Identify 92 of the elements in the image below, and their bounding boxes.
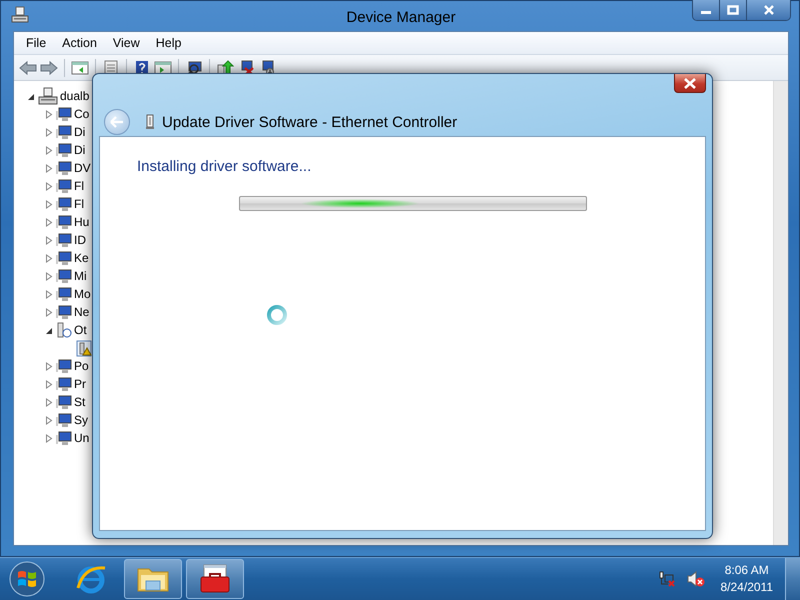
tree-item[interactable]: Pr	[74, 377, 86, 391]
expand-arrow-icon[interactable]	[45, 254, 53, 262]
expand-arrow-icon[interactable]	[45, 200, 53, 208]
device-icon	[56, 214, 72, 230]
device-icon	[56, 196, 72, 212]
tree-item[interactable]: Fl	[74, 197, 84, 211]
unknown-device-icon	[56, 322, 72, 338]
tree-item[interactable]: Hu	[74, 215, 90, 229]
expand-arrow-icon[interactable]	[45, 110, 53, 118]
network-error-icon[interactable]	[658, 571, 674, 588]
action-pane-icon[interactable]	[154, 60, 172, 76]
dialog-title: Update Driver Software - Ethernet Controller	[162, 114, 458, 130]
toolbox-button[interactable]	[186, 559, 244, 600]
tree-item[interactable]: Co	[74, 107, 90, 121]
computer-icon	[11, 6, 29, 24]
tree-item[interactable]: Mi	[74, 269, 87, 283]
speaker-muted-icon[interactable]	[686, 571, 704, 588]
computer-icon	[38, 87, 58, 105]
minimize-button[interactable]	[693, 0, 720, 20]
start-button[interactable]	[8, 560, 46, 598]
tree-item[interactable]: Ke	[74, 251, 89, 265]
warning-device-icon	[76, 340, 92, 356]
menu-item[interactable]: File	[18, 36, 54, 50]
tree-item[interactable]: Mo	[74, 287, 91, 301]
device-icon	[56, 178, 72, 194]
clock-date: 8/24/2011	[720, 579, 773, 596]
scroll-bar[interactable]	[773, 81, 788, 546]
tree-item[interactable]: ID	[74, 233, 86, 247]
tree-item[interactable]: Sy	[74, 413, 88, 427]
busy-icon	[266, 304, 288, 326]
device-icon	[56, 286, 72, 302]
explorer-button[interactable]	[124, 559, 182, 600]
expand-arrow-icon[interactable]	[45, 362, 53, 370]
tree-item[interactable]: Ne	[74, 305, 90, 319]
expand-arrow-icon[interactable]	[45, 380, 53, 388]
close-button[interactable]	[674, 74, 706, 93]
back-arrow-icon[interactable]	[19, 60, 37, 76]
device-icon	[56, 412, 72, 428]
status-text: Installing driver software...	[137, 158, 312, 175]
tree-item[interactable]: Fl	[74, 179, 84, 193]
expand-arrow-icon[interactable]	[45, 146, 53, 154]
menu-item[interactable]: Action	[54, 36, 105, 50]
expand-arrow-icon[interactable]	[45, 182, 53, 190]
close-icon	[762, 5, 774, 15]
expand-arrow-icon[interactable]	[45, 290, 53, 298]
tree-item[interactable]: Di	[74, 143, 86, 157]
collapse-arrow-icon[interactable]	[45, 326, 53, 334]
expand-arrow-icon[interactable]	[45, 218, 53, 226]
close-icon	[683, 78, 697, 88]
expand-arrow-icon[interactable]	[45, 416, 53, 424]
expand-arrow-icon[interactable]	[45, 128, 53, 136]
tree-item[interactable]: Di	[74, 125, 86, 139]
expand-arrow-icon[interactable]	[45, 434, 53, 442]
network-adapter-icon	[146, 114, 154, 130]
tree-item[interactable]: St	[74, 395, 86, 409]
device-icon	[56, 268, 72, 284]
tree-item[interactable]: dualb	[60, 89, 90, 103]
tree-item[interactable]: Po	[74, 359, 89, 373]
collapse-arrow-icon[interactable]	[27, 92, 35, 100]
expand-arrow-icon[interactable]	[45, 308, 53, 316]
device-icon	[56, 142, 72, 158]
tree-item[interactable]: DV	[74, 161, 91, 175]
menu-item[interactable]: Help	[148, 36, 190, 50]
device-icon	[56, 430, 72, 446]
device-icon	[56, 250, 72, 266]
help-icon[interactable]	[133, 60, 151, 76]
device-icon	[56, 376, 72, 392]
show-desktop-button[interactable]	[785, 558, 800, 600]
device-icon	[56, 232, 72, 248]
console-tree-icon[interactable]	[71, 60, 89, 76]
expand-arrow-icon[interactable]	[45, 272, 53, 280]
window-title: Device Manager	[346, 8, 456, 26]
maximize-icon	[727, 5, 739, 15]
maximize-button[interactable]	[720, 0, 747, 20]
expand-arrow-icon[interactable]	[45, 398, 53, 406]
back-button[interactable]	[104, 109, 130, 135]
clock-time: 8:06 AM	[724, 562, 769, 580]
expand-arrow-icon[interactable]	[45, 236, 53, 244]
device-icon	[56, 124, 72, 140]
expand-arrow-icon[interactable]	[45, 164, 53, 172]
device-icon	[56, 106, 72, 122]
forward-arrow-icon[interactable]	[40, 60, 58, 76]
device-icon	[56, 394, 72, 410]
device-icon	[56, 358, 72, 374]
back-arrow-icon	[110, 116, 124, 128]
clock[interactable]: 8:06 AM 8/24/2011	[720, 562, 773, 596]
device-icon	[56, 304, 72, 320]
menu-item[interactable]: View	[104, 36, 148, 50]
tree-item[interactable]: Ot	[74, 323, 87, 337]
tree-item[interactable]: Un	[74, 431, 90, 445]
device-icon	[56, 160, 72, 176]
properties-icon[interactable]	[102, 60, 120, 76]
